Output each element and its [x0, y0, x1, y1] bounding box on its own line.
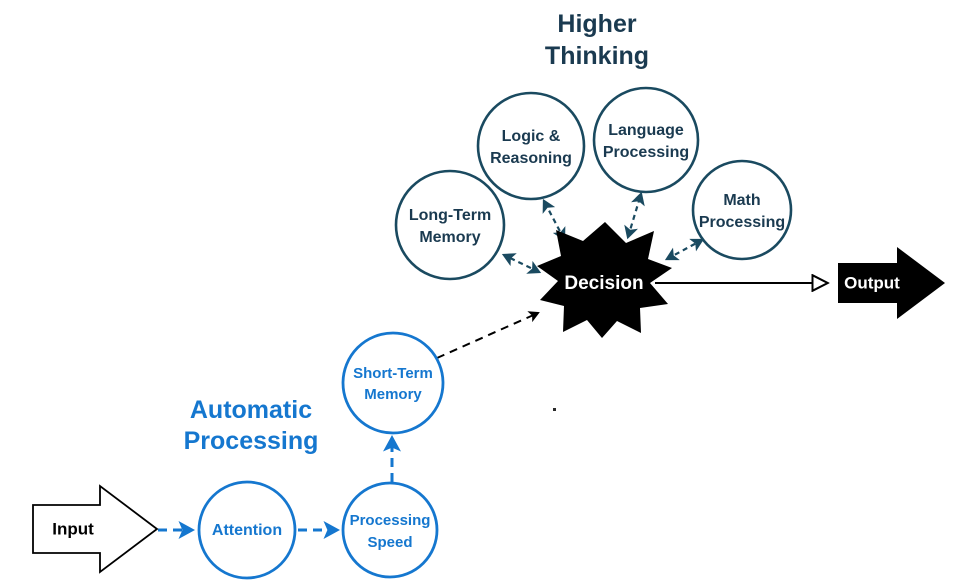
automatic-processing-title-line1: Automatic	[190, 396, 312, 424]
math-processing-label-line1: Math	[723, 192, 760, 209]
connector-decision-to-long-term-memory	[501, 253, 542, 274]
diagram-canvas: Higher Thinking Automatic Processing Dec…	[0, 0, 974, 585]
node-language-processing[interactable]: Language Processing	[592, 86, 700, 194]
node-logic-reasoning[interactable]: Logic & Reasoning	[476, 91, 586, 201]
processing-speed-circle	[341, 481, 439, 579]
stray-dot-artifact	[553, 408, 556, 411]
node-short-term-memory[interactable]: Short-Term Memory	[341, 331, 445, 435]
decision-label: Decision	[564, 273, 643, 294]
connector-decision-to-math-processing	[664, 238, 705, 261]
long-term-memory-label-line1: Long-Term	[409, 207, 491, 224]
processing-speed-label-line2: Speed	[367, 534, 412, 551]
short-term-memory-circle	[341, 331, 445, 435]
attention-label: Attention	[212, 522, 282, 539]
higher-thinking-title: Higher Thinking	[545, 10, 649, 70]
node-attention[interactable]: Attention	[197, 480, 297, 580]
higher-thinking-title-line2: Thinking	[545, 42, 649, 70]
connector-short-term-memory-to-decision	[436, 311, 540, 359]
long-term-memory-label-line2: Memory	[419, 229, 480, 246]
automatic-processing-title: Automatic Processing	[184, 396, 319, 455]
node-long-term-memory[interactable]: Long-Term Memory	[394, 169, 506, 281]
output-block-arrow[interactable]: Output	[838, 247, 945, 319]
language-processing-label-line2: Processing	[603, 144, 689, 161]
processing-speed-label-line1: Processing	[350, 512, 431, 529]
language-processing-label-line1: Language	[608, 122, 684, 139]
higher-thinking-title-line1: Higher	[557, 10, 636, 38]
logic-reasoning-label-line1: Logic &	[502, 128, 561, 145]
language-processing-circle	[592, 86, 700, 194]
logic-reasoning-label-line2: Reasoning	[490, 150, 572, 167]
short-term-memory-label-line1: Short-Term	[353, 365, 433, 382]
input-label: Input	[52, 519, 94, 538]
math-processing-circle	[691, 159, 793, 261]
connector-decision-to-language-processing	[624, 191, 645, 240]
automatic-processing-title-line2: Processing	[184, 427, 319, 455]
node-math-processing[interactable]: Math Processing	[691, 159, 793, 261]
output-label: Output	[844, 273, 900, 292]
decision-node[interactable]: Decision	[537, 222, 672, 338]
node-processing-speed[interactable]: Processing Speed	[341, 481, 439, 579]
long-term-memory-circle	[394, 169, 506, 281]
cognitive-processing-diagram: Higher Thinking Automatic Processing Dec…	[32, 10, 945, 580]
logic-reasoning-circle	[476, 91, 586, 201]
input-block-arrow[interactable]: Input	[32, 484, 159, 574]
math-processing-label-line2: Processing	[699, 214, 785, 231]
short-term-memory-label-line2: Memory	[364, 386, 422, 403]
